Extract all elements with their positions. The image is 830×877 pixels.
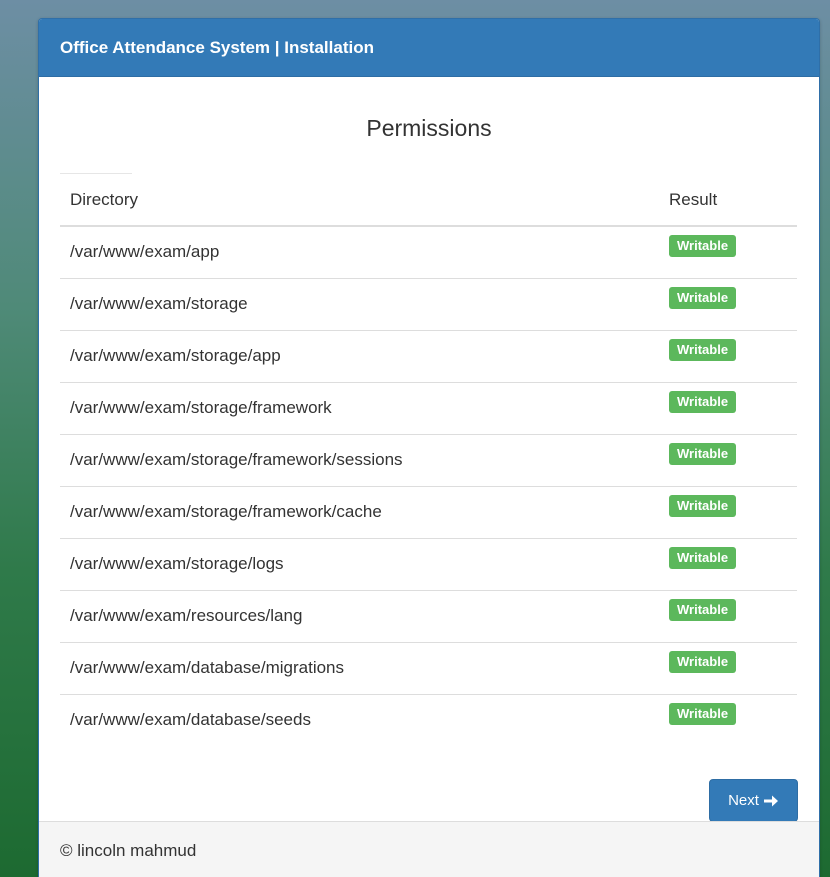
table-row: /var/www/exam/app Writable xyxy=(60,226,797,278)
directory-cell: /var/www/exam/database/migrations xyxy=(60,641,659,694)
section-title: Permissions xyxy=(366,115,492,141)
table-row: /var/www/exam/storage/logs Writable xyxy=(60,537,797,590)
panel-footer: © lincoln mahmud xyxy=(39,821,819,877)
table-header-row: Directory Result xyxy=(60,174,797,227)
directory-cell: /var/www/exam/storage/logs xyxy=(60,537,659,590)
writable-badge: Writable xyxy=(669,339,737,361)
directory-cell: /var/www/exam/storage/app xyxy=(60,329,659,382)
installation-panel: Office Attendance System | Installation … xyxy=(38,18,820,877)
table-row: /var/www/exam/storage Writable xyxy=(60,277,797,330)
panel-body: Permissions Directory Result /var/www/ex… xyxy=(39,77,819,822)
title-divider xyxy=(60,173,132,174)
next-button-label: Next xyxy=(728,792,759,809)
next-button[interactable]: Next xyxy=(709,779,798,822)
column-header-directory: Directory xyxy=(60,174,659,227)
table-row: /var/www/exam/storage/framework/sessions… xyxy=(60,433,797,486)
panel-header: Office Attendance System | Installation xyxy=(39,19,819,77)
directory-cell: /var/www/exam/storage xyxy=(60,277,659,330)
writable-badge: Writable xyxy=(669,599,737,621)
table-row: /var/www/exam/database/seeds Writable xyxy=(60,693,797,746)
directory-cell: /var/www/exam/storage/framework xyxy=(60,381,659,434)
writable-badge: Writable xyxy=(669,391,737,413)
table-row: /var/www/exam/database/migrations Writab… xyxy=(60,641,797,694)
writable-badge: Writable xyxy=(669,287,737,309)
writable-badge: Writable xyxy=(669,235,737,258)
copyright-text: © lincoln mahmud xyxy=(60,841,197,860)
table-row: /var/www/exam/resources/lang Writable xyxy=(60,589,797,642)
table-row: /var/www/exam/storage/framework Writable xyxy=(60,381,797,434)
arrow-right-icon xyxy=(763,794,779,808)
table-row: /var/www/exam/storage/app Writable xyxy=(60,329,797,382)
permissions-table-body: /var/www/exam/app Writable /var/www/exam… xyxy=(60,226,797,746)
directory-cell: /var/www/exam/storage/framework/cache xyxy=(60,485,659,538)
directory-cell: /var/www/exam/resources/lang xyxy=(60,589,659,642)
writable-badge: Writable xyxy=(669,651,737,673)
writable-badge: Writable xyxy=(669,495,737,517)
table-row: /var/www/exam/storage/framework/cache Wr… xyxy=(60,485,797,538)
column-header-result: Result xyxy=(659,174,797,227)
permissions-table: Directory Result /var/www/exam/app Writa… xyxy=(60,174,797,746)
writable-badge: Writable xyxy=(669,547,737,569)
directory-cell: /var/www/exam/storage/framework/sessions xyxy=(60,433,659,486)
directory-cell: /var/www/exam/app xyxy=(70,242,220,262)
writable-badge: Writable xyxy=(669,443,737,465)
directory-cell: /var/www/exam/database/seeds xyxy=(60,693,659,746)
panel-title: Office Attendance System | Installation xyxy=(60,37,374,57)
writable-badge: Writable xyxy=(669,703,737,726)
